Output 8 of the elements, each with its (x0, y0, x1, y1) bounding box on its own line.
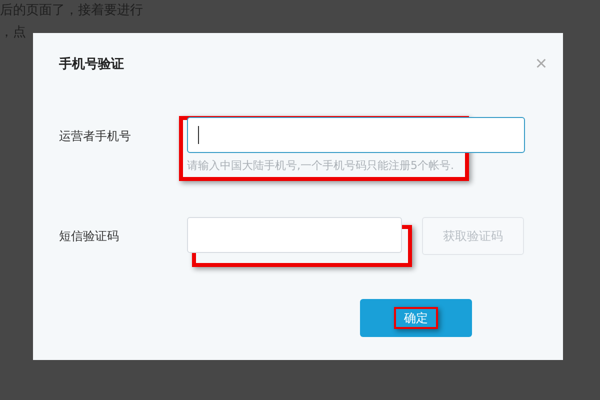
phone-input-field[interactable] (187, 117, 525, 153)
dialog-title: 手机号验证 (59, 56, 124, 73)
hint-text: 请输入中国大陆手机号,一个手机号码只能注册5个帐号. (187, 158, 455, 173)
confirm-button[interactable]: 确定 (360, 299, 472, 337)
field-label: 短信验证码 (59, 228, 120, 245)
field-label: 运营者手机号 (59, 128, 132, 145)
close-button[interactable]: × (535, 54, 547, 74)
code-input-field[interactable] (187, 217, 402, 253)
